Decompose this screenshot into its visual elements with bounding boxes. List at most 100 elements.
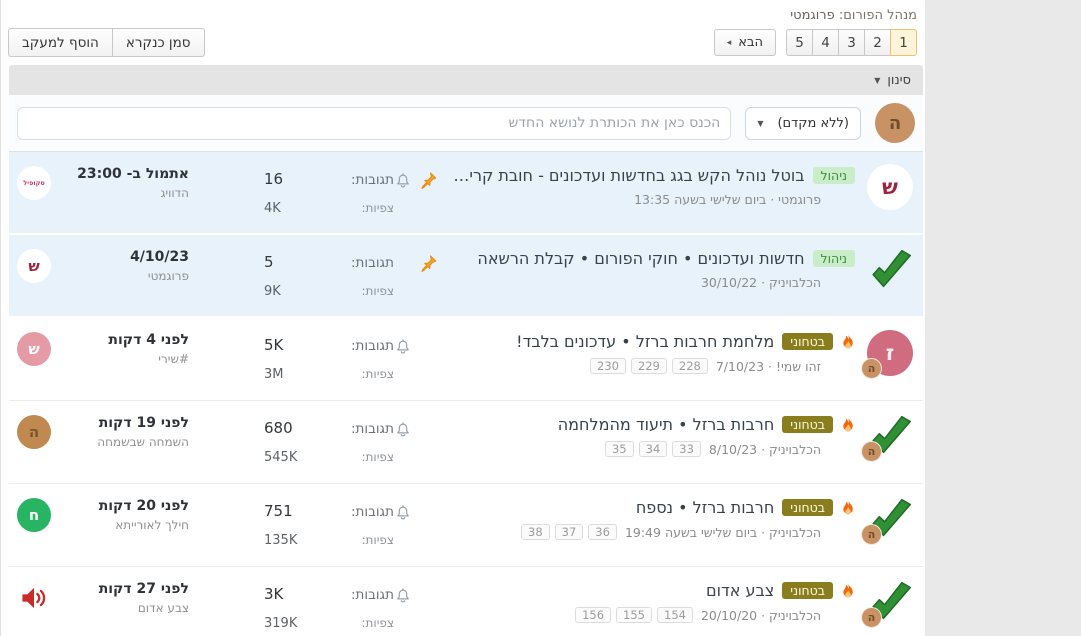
thread-row[interactable]: ז ה בטחוני מלחמת חרבות ברזל • עדכונים בל…	[9, 318, 923, 401]
last-reply-avatar-img[interactable]: ח	[17, 498, 51, 532]
last-reply-avatar-img[interactable]: ה	[17, 415, 51, 449]
replies-count: 5K	[264, 336, 284, 354]
last-reply-time[interactable]: לפני 27 דקות	[99, 581, 189, 597]
thread-starter-avatar-wrap[interactable]: ה	[861, 413, 913, 462]
last-reply-time[interactable]: לפני 4 דקות	[108, 332, 189, 348]
page-button-5[interactable]: 5	[786, 29, 813, 56]
last-reply-cell: לפני 4 דקות #שירי ש	[17, 330, 189, 400]
views-label: צפיות:	[361, 616, 395, 630]
thread-prefix-badge[interactable]: ניהול	[812, 250, 855, 267]
last-reply-avatar-img[interactable]: סקופיל	[17, 166, 51, 200]
add-watch-button[interactable]: הוסף למעקב	[8, 28, 113, 57]
thread-tools: סמן כנקרא הוסף למעקב	[8, 28, 205, 57]
prefix-select[interactable]: (ללא מקדם) ▼	[745, 106, 861, 140]
thread-starter-avatar-wrap[interactable]: ש	[867, 164, 913, 210]
last-reply-time[interactable]: לפני 20 דקות	[99, 498, 189, 514]
replies-count: 680	[264, 419, 293, 437]
thread-row[interactable]: ה בטחוני צבע אדום הכלבויניק · 20/10/20 1…	[9, 567, 923, 636]
thread-row[interactable]: ה בטחוני חרבות ברזל • נספח הכלבויניק · ב…	[9, 484, 923, 567]
thread-title-link[interactable]: מלחמת חרבות ברזל • עדכונים בלבד!	[516, 332, 774, 351]
thread-starter-avatar-wrap[interactable]: ז ה	[861, 330, 913, 379]
thread-page-link-36[interactable]: 36	[588, 524, 617, 540]
thread-prefix-badge[interactable]: בטחוני	[782, 499, 833, 516]
thread-starter-avatar[interactable]	[867, 247, 913, 293]
filter-dropdown[interactable]: סינון ▼	[9, 65, 923, 95]
replies-label: תגובות:	[350, 172, 394, 188]
thread-page-link-37[interactable]: 37	[554, 524, 584, 540]
thread-row[interactable]: ה בטחוני חרבות ברזל • תיעוד מהמלחמה הכלב…	[9, 401, 923, 484]
thread-author-date: הכלבויניק · ביום שלישי בשעה 19:49	[624, 524, 821, 540]
composer-avatar[interactable]: ה	[875, 103, 915, 143]
page-button-2[interactable]: 2	[864, 29, 891, 56]
page-button-3[interactable]: 3	[838, 29, 865, 56]
thread-page-link-154[interactable]: 154	[657, 607, 693, 623]
forum-manager-name-link[interactable]: פרוגמטי	[790, 8, 835, 23]
last-reply-time[interactable]: לפני 19 דקות	[97, 415, 189, 431]
last-reply-cell: לפני 27 דקות צבע אדום	[17, 579, 189, 636]
new-topic-input[interactable]	[17, 106, 732, 140]
replies-count: 751	[264, 502, 293, 520]
avatar-letter: ש	[28, 257, 40, 275]
last-reply-avatar[interactable]: ה	[17, 415, 51, 449]
last-reply-time[interactable]: אתמול ב- 23:00	[77, 166, 189, 182]
thread-page-link-155[interactable]: 155	[616, 607, 652, 623]
thread-page-links: 228 229 230	[590, 358, 708, 374]
last-reply-avatar[interactable]: סקופיל	[17, 166, 51, 200]
thread-status-icons	[394, 579, 442, 636]
hot-flame-icon	[841, 499, 855, 516]
thread-title-link[interactable]: חרבות ברזל • תיעוד מהמלחמה	[558, 415, 775, 434]
last-reply-time[interactable]: 4/10/23	[130, 249, 189, 265]
thread-page-link-33[interactable]: 33	[672, 441, 701, 457]
thread-starter-avatar-wrap[interactable]: ה	[861, 579, 913, 628]
forum-content: מנהל הפורום: פרוגמטי 12345 הבא ◂ סמן כנק…	[0, 0, 925, 636]
last-reply-user[interactable]: השמחה שבשמחה	[97, 435, 189, 449]
last-reply-avatar-img[interactable]: ש	[17, 249, 51, 283]
views-label: צפיות:	[361, 284, 395, 298]
thread-prefix-badge[interactable]: בטחוני	[782, 416, 833, 433]
thread-meta-line: זהו שמי! · 7/10/23 228 229 230	[448, 358, 855, 374]
thread-page-link-230[interactable]: 230	[590, 358, 626, 374]
last-reply-user[interactable]: חילך לאורייתא	[99, 518, 189, 532]
thread-title-link[interactable]: חדשות ועדכונים • חוקי הפורום • קבלת הרשא…	[477, 249, 804, 268]
replies-label: תגובות:	[350, 504, 394, 520]
last-reply-user[interactable]: צבע אדום	[99, 601, 189, 615]
next-page-button[interactable]: הבא ◂	[713, 29, 776, 56]
last-reply-avatar[interactable]: ש	[17, 249, 51, 283]
views-count: 545K	[264, 450, 298, 465]
thread-prefix-badge[interactable]: בטחוני	[782, 333, 833, 350]
thread-starter-avatar-wrap[interactable]	[867, 247, 913, 293]
last-reply-avatar-img[interactable]: ש	[17, 332, 51, 366]
thread-page-link-35[interactable]: 35	[604, 441, 634, 457]
thread-title-link[interactable]: חרבות ברזל • נספח	[636, 498, 774, 517]
thread-page-link-38[interactable]: 38	[521, 524, 550, 540]
last-reply-avatar-img[interactable]	[17, 581, 51, 615]
thread-author-date: הכלבויניק · 8/10/23	[708, 441, 821, 457]
last-reply-user[interactable]: #שירי	[108, 352, 189, 366]
thread-starter-avatar[interactable]: ש	[867, 164, 913, 210]
thread-title-link[interactable]: בוטל נוהל הקש בגג בחדשות ועדכונים - חובת…	[448, 166, 805, 185]
thread-prefix-badge[interactable]: בטחוני	[782, 582, 833, 599]
thread-page-link-229[interactable]: 229	[630, 358, 667, 374]
thread-status-icons	[394, 247, 442, 316]
thread-row[interactable]: ניהול חדשות ועדכונים • חוקי הפורום • קבל…	[9, 235, 923, 318]
thread-meta-line: פרוגמטי · ביום שלישי בשעה 13:35	[448, 192, 855, 207]
hot-flame-icon	[841, 582, 855, 599]
last-reply-user[interactable]: פרוגמטי	[130, 269, 189, 283]
thread-prefix-badge[interactable]: ניהול	[812, 167, 855, 184]
last-reply-avatar[interactable]: ש	[17, 332, 51, 366]
thread-page-link-228[interactable]: 228	[671, 358, 708, 374]
thread-main-cell: בטחוני מלחמת חרבות ברזל • עדכונים בלבד! …	[448, 332, 855, 400]
last-reply-avatar[interactable]	[17, 581, 51, 615]
thread-row[interactable]: ש ניהול בוטל נוהל הקש בגג בחדשות ועדכוני…	[9, 152, 923, 235]
thread-page-link-34[interactable]: 34	[638, 441, 668, 457]
page-button-1[interactable]: 1	[890, 29, 917, 56]
thread-title-link[interactable]: צבע אדום	[706, 581, 774, 600]
thread-status-icons	[394, 413, 442, 483]
mark-read-button[interactable]: סמן כנקרא	[111, 28, 205, 57]
last-reply-avatar[interactable]: ח	[17, 498, 51, 532]
thread-page-link-156[interactable]: 156	[575, 607, 612, 623]
thread-starter-avatar-wrap[interactable]: ה	[861, 496, 913, 545]
last-reply-user[interactable]: הדוויג	[77, 186, 189, 200]
page-button-4[interactable]: 4	[812, 29, 839, 56]
next-arrow-icon: ◂	[726, 37, 732, 48]
